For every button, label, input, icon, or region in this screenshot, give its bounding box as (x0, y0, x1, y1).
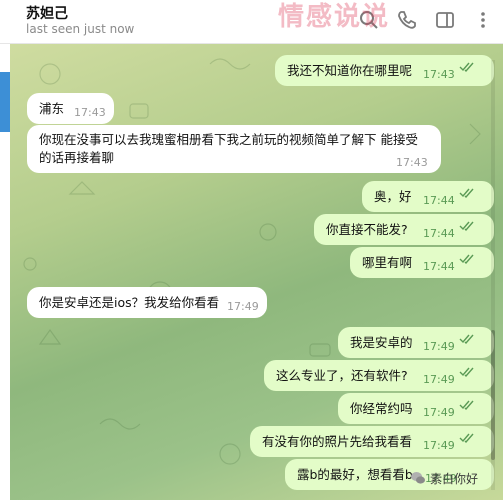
read-checkmarks-icon (459, 400, 474, 410)
message-outgoing[interactable]: 你直接不能发? 17:44 (314, 214, 494, 245)
message-text: 露b的最好，想看看b (297, 467, 413, 482)
message-incoming[interactable]: 你现在没事可以去我瑰蜜相册看下我之前玩的视频简单了解下 能接受 的话再接着聊 1… (27, 125, 441, 173)
message-time: 17:43 (396, 156, 428, 169)
message-text: 奥，好 (374, 189, 412, 204)
read-checkmarks-icon (459, 188, 474, 198)
message-text: 你经常约吗 (350, 401, 413, 416)
more-icon[interactable] (472, 9, 494, 31)
message-outgoing[interactable]: 我是安卓的 17:49 (338, 327, 494, 358)
message-text: 我是安卓的 (350, 335, 413, 350)
message-time: 17:49 (227, 300, 259, 313)
message-incoming[interactable]: 浦东 17:43 (27, 93, 114, 124)
message-outgoing[interactable]: 这么专业了，还有软件? 17:49 (264, 360, 494, 391)
sender-name: 浦东 (39, 101, 65, 116)
message-text: 你直接不能发? (326, 222, 408, 237)
selected-chat-indicator (0, 72, 10, 132)
message-time: 17:44 (423, 227, 455, 240)
message-outgoing[interactable]: 奥，好 17:44 (362, 181, 494, 212)
message-outgoing[interactable]: 有没有你的照片先给我看看 17:49 (250, 426, 494, 457)
watermark-text: 素白你好 (430, 471, 479, 486)
message-time: 17:49 (423, 406, 455, 419)
contact-name[interactable]: 苏妲己 (26, 3, 68, 23)
scrollbar-thumb[interactable] (491, 330, 495, 460)
wechat-logo-icon (411, 472, 425, 484)
chat-scrollbar[interactable] (491, 60, 495, 490)
sidebar-toggle-icon[interactable] (434, 9, 456, 31)
message-time: 17:44 (423, 194, 455, 207)
watermark-bottom: 素白你好 (410, 465, 478, 491)
message-time: 17:49 (423, 439, 455, 452)
read-checkmarks-icon (459, 367, 474, 377)
read-checkmarks-icon (459, 433, 474, 443)
message-time: 17:43 (74, 106, 106, 119)
message-text: 的话再接着聊 (39, 150, 115, 165)
message-time: 17:43 (423, 68, 455, 81)
read-checkmarks-icon (459, 221, 474, 231)
message-time: 17:49 (423, 373, 455, 386)
chat-header: 苏妲己 last seen just now (0, 0, 503, 44)
message-time: 17:44 (423, 260, 455, 273)
message-incoming[interactable]: 你是安卓还是ios？我发给你看看 17:49 (27, 287, 267, 318)
watermark-top: 情感说说 (278, 2, 391, 32)
phone-icon[interactable] (396, 9, 418, 31)
read-checkmarks-icon (459, 62, 474, 72)
message-outgoing[interactable]: 我还不知道你在哪里呢 17:43 (275, 55, 494, 86)
message-text: 这么专业了，还有软件? (276, 368, 408, 383)
message-text: 你是安卓还是ios？我发给你看看 (39, 295, 220, 310)
message-text: 我还不知道你在哪里呢 (287, 63, 413, 78)
read-checkmarks-icon (459, 334, 474, 344)
chat-list-edge (0, 44, 10, 500)
last-seen-status: last seen just now (26, 22, 135, 36)
message-text: 有没有你的照片先给我看看 (262, 434, 413, 449)
message-text: 你现在没事可以去我瑰蜜相册看下我之前玩的视频简单了解下 能接受 (39, 132, 418, 147)
message-text: 哪里有啊 (362, 255, 413, 270)
message-outgoing[interactable]: 哪里有啊 17:44 (350, 247, 494, 278)
message-outgoing[interactable]: 你经常约吗 17:49 (338, 393, 494, 424)
message-time: 17:49 (423, 340, 455, 353)
message-area[interactable]: 我还不知道你在哪里呢 17:43 浦东 17:43 你现在没事可以去我瑰蜜相册看… (10, 44, 503, 500)
read-checkmarks-icon (459, 254, 474, 264)
